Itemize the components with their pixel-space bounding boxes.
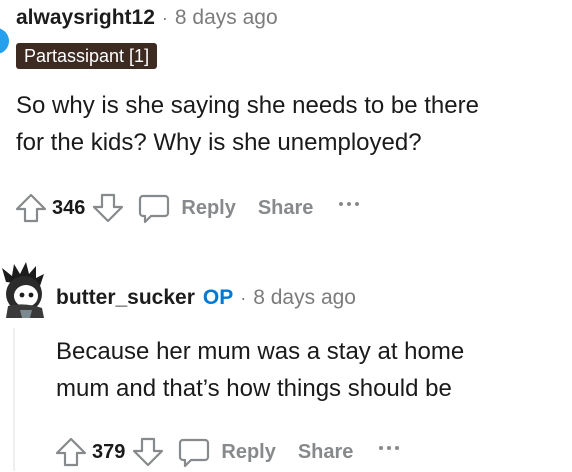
reply-label: Reply (181, 196, 236, 219)
comment-body-line: for the kids? Why is she unemployed? (16, 129, 422, 156)
username[interactable]: alwaysright12 (16, 6, 155, 30)
timestamp[interactable]: 8 days ago (175, 6, 278, 30)
upvote-icon[interactable] (52, 433, 90, 471)
reply-label: Reply (221, 440, 276, 463)
avatar[interactable] (0, 28, 9, 54)
thread-line[interactable] (13, 328, 15, 471)
comment-body-line: So why is she saying she needs to be the… (16, 92, 479, 119)
reply-button[interactable]: Reply (175, 433, 276, 471)
op-badge: OP (202, 286, 234, 309)
comment-body-line: Because her mum was a stay at home (56, 338, 465, 365)
share-button[interactable]: Share (258, 197, 314, 220)
separator-dot: · (161, 7, 168, 28)
comment-header: alwaysright12 · 8 days ago (16, 4, 278, 32)
separator-dot: · (240, 287, 247, 308)
vote-score: 379 (92, 440, 126, 463)
comment-actions: 346 Reply Share (12, 188, 360, 228)
downvote-icon[interactable] (129, 433, 167, 471)
more-icon[interactable] (339, 194, 360, 214)
user-flair: Partassipant [1] (16, 43, 158, 69)
avatar[interactable] (0, 262, 48, 318)
comment-actions: 379 Reply Share (52, 432, 400, 472)
upvote-icon[interactable] (12, 189, 50, 227)
comment-body: So why is she saying she needs to be the… (16, 87, 479, 161)
comment-header: butter_sucker OP · 8 days ago (56, 284, 356, 312)
more-icon[interactable] (379, 438, 400, 458)
share-button[interactable]: Share (298, 441, 354, 464)
downvote-icon[interactable] (89, 189, 127, 227)
vote-score: 346 (52, 196, 86, 219)
comment-body-line: mum and that’s how things should be (56, 375, 452, 402)
reply-button[interactable]: Reply (135, 189, 236, 227)
reply-icon (135, 189, 173, 227)
timestamp[interactable]: 8 days ago (253, 286, 356, 310)
reply-icon (175, 433, 213, 471)
username[interactable]: butter_sucker (56, 286, 195, 310)
comment-body: Because her mum was a stay at home mum a… (56, 333, 464, 407)
